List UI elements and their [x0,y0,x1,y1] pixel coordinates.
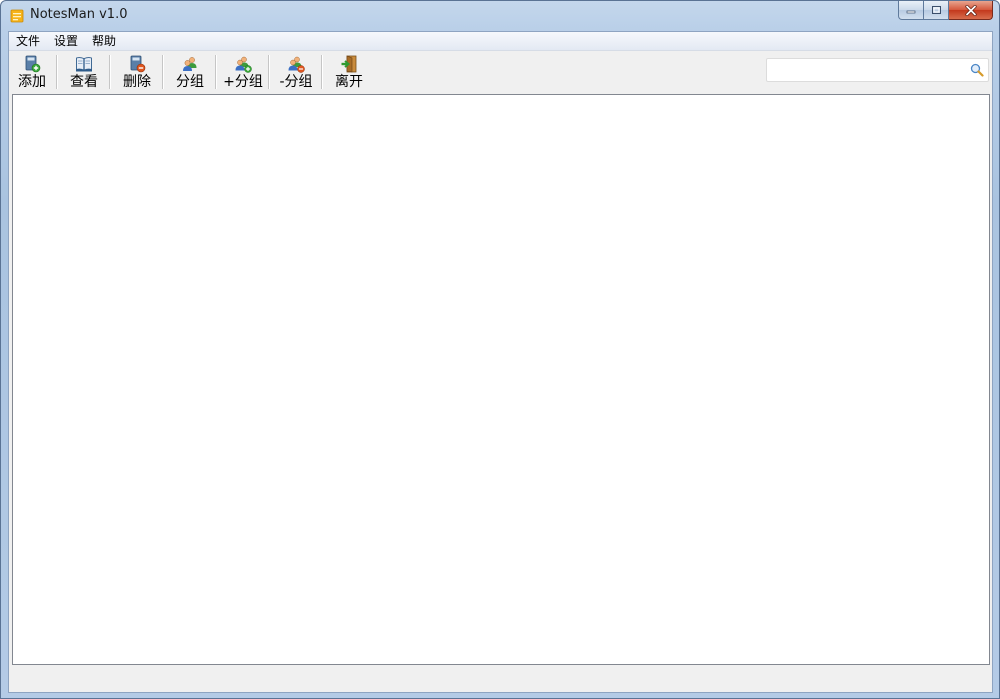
add-label: 添加 [18,74,46,90]
view-label: 查看 [70,74,98,90]
exit-label: 离开 [335,74,363,90]
toolbar-separator [321,55,323,89]
status-bar [9,665,992,692]
delete-note-icon [130,55,146,73]
toolbar-separator [268,55,270,89]
notes-list[interactable] [12,94,990,665]
search-input[interactable] [770,60,969,82]
close-button[interactable] [949,1,993,20]
delete-label: 删除 [123,74,151,90]
toolbar-separator [109,55,111,89]
remove-group-button[interactable]: -分组 [276,53,316,91]
caption-buttons [898,1,993,21]
title-bar[interactable]: NotesMan v1.0 [1,1,999,31]
view-book-icon [76,57,92,72]
menu-help[interactable]: 帮助 [85,32,123,50]
exit-button[interactable]: 离开 [332,53,366,91]
group-users-icon [183,57,197,71]
toolbar-separator [56,55,58,89]
search-box[interactable] [766,58,989,82]
minimize-button[interactable] [898,1,924,20]
menu-bar: 文件 设置 帮助 [9,32,992,51]
add-note-icon [25,55,41,73]
toolbar-separator [215,55,217,89]
view-button[interactable]: 查看 [67,53,101,91]
add-group-button[interactable]: +分组 [223,53,263,91]
maximize-icon [931,6,941,14]
menu-file[interactable]: 文件 [9,32,47,50]
window-title: NotesMan v1.0 [30,7,128,22]
add-button[interactable]: 添加 [15,53,49,91]
exit-door-icon [341,55,357,73]
close-icon [964,4,977,16]
group-button[interactable]: 分组 [173,53,207,91]
toolbar: 添加 查看 删除 分组 +分组 -分组 离开 [9,51,992,93]
search-icon[interactable] [970,63,984,77]
client-area: 文件 设置 帮助 添加 查看 删除 分组 +分组 -分组 离开 [8,31,993,693]
minimize-icon [906,10,916,14]
toolbar-separator [162,55,164,89]
maximize-button[interactable] [924,1,949,20]
remove-group-label: -分组 [279,74,313,90]
add-group-icon [235,56,252,73]
menu-settings[interactable]: 设置 [47,32,85,50]
notes-app-icon [10,9,24,23]
app-window: NotesMan v1.0 文件 设置 帮助 添加 查看 删除 分组 +分组 -… [0,0,1000,699]
remove-group-icon [288,56,305,73]
add-group-label: +分组 [223,74,263,90]
delete-button[interactable]: 删除 [120,53,154,91]
group-label: 分组 [176,74,204,90]
